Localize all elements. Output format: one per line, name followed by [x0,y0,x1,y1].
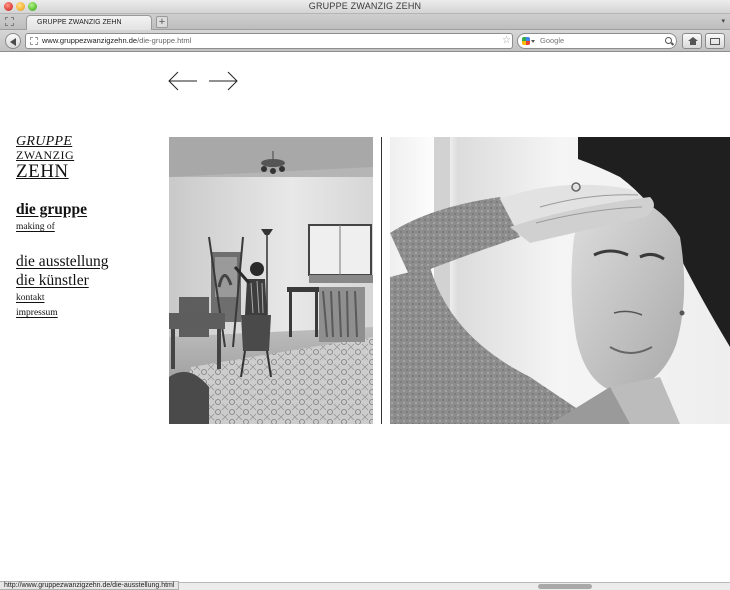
window-title: GRUPPE ZWANZIG ZEHN [308,1,422,11]
url-domain: www.gruppezwanzigzehn.de [42,36,138,45]
studio-photo [169,137,373,424]
previous-arrow-button[interactable] [168,71,198,91]
nav-die-gruppe[interactable]: die gruppe [16,201,87,219]
url-path: /die-gruppe.html [137,36,192,45]
bookmark-star-icon[interactable]: ☆ ▾ [502,36,512,46]
horizontal-scrollbar[interactable] [538,584,592,589]
bookmarks-icon [710,38,720,45]
portrait-photo [390,137,730,424]
nav-making-of[interactable]: making of [16,222,55,232]
search-engine-caret-icon [531,40,535,43]
logo-line-zehn: ZEHN [16,161,69,182]
search-placeholder: Google [540,36,565,45]
browser-toolbar: www.gruppezwanzigzehn.de/die-gruppe.html… [0,30,730,52]
home-icon [688,37,698,45]
photo-divider [381,137,382,424]
window-titlebar: GRUPPE ZWANZIG ZEHN [0,0,730,14]
search-engine-icon[interactable] [522,37,530,45]
tab-overview-icon[interactable] [5,17,14,26]
arrow-left-icon [168,71,197,91]
tab-gruppe-zwanzig-zehn[interactable]: GRUPPE ZWANZIG ZEHN [26,15,152,30]
back-button[interactable] [5,33,21,49]
nav-kontakt[interactable]: kontakt [16,293,45,303]
nav-die-kuenstler[interactable]: die künstler [16,272,89,290]
status-hover-url: http://www.gruppezwanzigzehn.de/die-auss… [0,581,180,590]
nav-die-ausstellung[interactable]: die ausstellung [16,253,109,271]
nav-impressum[interactable]: impressum [16,308,58,318]
site-logo-link[interactable]: GRUPPE ZWANZIG ZEHN [16,134,76,182]
home-button[interactable] [682,33,702,49]
arrow-right-icon [209,71,238,91]
page-viewport: GRUPPE ZWANZIG ZEHN die gruppe making of… [0,53,730,582]
address-bar[interactable]: www.gruppezwanzigzehn.de/die-gruppe.html… [25,33,513,49]
favicon-icon [30,37,38,45]
new-tab-button[interactable]: + [156,16,168,28]
next-arrow-button[interactable] [208,71,238,91]
logo-line-gruppe: GRUPPE [16,134,73,149]
tab-list-chevron-icon[interactable]: ▾ [721,17,725,25]
bookmarks-button[interactable] [705,33,725,49]
search-icon[interactable] [665,37,672,44]
tab-bar: GRUPPE ZWANZIG ZEHN + ▾ [0,14,730,30]
search-field[interactable]: Google [517,33,677,49]
